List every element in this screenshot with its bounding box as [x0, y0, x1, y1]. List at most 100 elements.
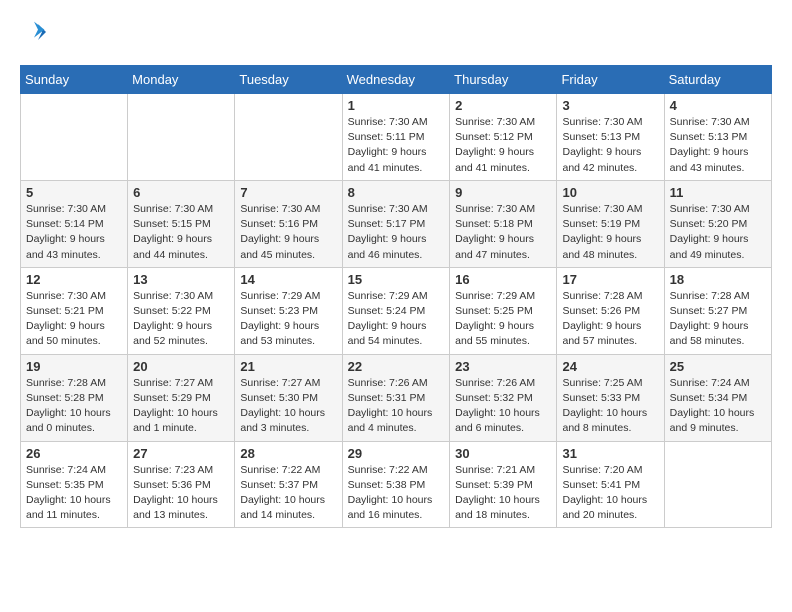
- calendar-day-header: Tuesday: [235, 66, 342, 94]
- calendar-cell: 30 Sunrise: 7:21 AM Sunset: 5:39 PM Dayli…: [450, 441, 557, 528]
- day-info: Sunrise: 7:28 AM Sunset: 5:28 PM Dayligh…: [26, 376, 122, 437]
- calendar-cell: 10 Sunrise: 7:30 AM Sunset: 5:19 PM Dayli…: [557, 180, 664, 267]
- day-number: 25: [670, 359, 766, 374]
- calendar-cell: 28 Sunrise: 7:22 AM Sunset: 5:37 PM Dayli…: [235, 441, 342, 528]
- calendar-day-header: Monday: [128, 66, 235, 94]
- day-info: Sunrise: 7:30 AM Sunset: 5:17 PM Dayligh…: [348, 202, 445, 263]
- day-info: Sunrise: 7:28 AM Sunset: 5:26 PM Dayligh…: [562, 289, 658, 350]
- calendar-cell: [664, 441, 771, 528]
- calendar-cell: 2Sunrise: 7:30 AM Sunset: 5:12 PM Daylig…: [450, 94, 557, 181]
- calendar-week-row: 12 Sunrise: 7:30 AM Sunset: 5:21 PM Dayli…: [21, 267, 772, 354]
- day-info: Sunrise: 7:21 AM Sunset: 5:39 PM Dayligh…: [455, 463, 551, 524]
- calendar-week-row: 19 Sunrise: 7:28 AM Sunset: 5:28 PM Dayli…: [21, 354, 772, 441]
- calendar-cell: 17 Sunrise: 7:28 AM Sunset: 5:26 PM Dayli…: [557, 267, 664, 354]
- calendar-cell: 20Sunrise: 7:27 AM Sunset: 5:29 PM Dayli…: [128, 354, 235, 441]
- calendar-cell: 22 Sunrise: 7:26 AM Sunset: 5:31 PM Dayli…: [342, 354, 450, 441]
- day-number: 11: [670, 185, 766, 200]
- calendar-week-row: 26 Sunrise: 7:24 AM Sunset: 5:35 PM Dayli…: [21, 441, 772, 528]
- calendar-day-header: Sunday: [21, 66, 128, 94]
- calendar-cell: [128, 94, 235, 181]
- day-number: 7: [240, 185, 336, 200]
- day-number: 24: [562, 359, 658, 374]
- day-info: Sunrise: 7:30 AM Sunset: 5:18 PM Dayligh…: [455, 202, 551, 263]
- day-number: 1: [348, 98, 445, 113]
- day-info: Sunrise: 7:22 AM Sunset: 5:37 PM Dayligh…: [240, 463, 336, 524]
- calendar-day-header: Saturday: [664, 66, 771, 94]
- day-number: 15: [348, 272, 445, 287]
- calendar-cell: 12 Sunrise: 7:30 AM Sunset: 5:21 PM Dayli…: [21, 267, 128, 354]
- day-info: Sunrise: 7:30 AM Sunset: 5:13 PM Dayligh…: [670, 115, 766, 176]
- day-number: 10: [562, 185, 658, 200]
- calendar-cell: 23Sunrise: 7:26 AM Sunset: 5:32 PM Dayli…: [450, 354, 557, 441]
- calendar-cell: 25 Sunrise: 7:24 AM Sunset: 5:34 PM Dayli…: [664, 354, 771, 441]
- day-info: Sunrise: 7:30 AM Sunset: 5:20 PM Dayligh…: [670, 202, 766, 263]
- calendar-cell: 13Sunrise: 7:30 AM Sunset: 5:22 PM Dayli…: [128, 267, 235, 354]
- day-number: 22: [348, 359, 445, 374]
- day-number: 27: [133, 446, 229, 461]
- calendar-cell: 16 Sunrise: 7:29 AM Sunset: 5:25 PM Dayli…: [450, 267, 557, 354]
- day-info: Sunrise: 7:29 AM Sunset: 5:23 PM Dayligh…: [240, 289, 336, 350]
- calendar-table: SundayMondayTuesdayWednesdayThursdayFrid…: [20, 65, 772, 528]
- day-info: Sunrise: 7:30 AM Sunset: 5:14 PM Dayligh…: [26, 202, 122, 263]
- day-info: Sunrise: 7:24 AM Sunset: 5:34 PM Dayligh…: [670, 376, 766, 437]
- day-number: 18: [670, 272, 766, 287]
- day-info: Sunrise: 7:26 AM Sunset: 5:31 PM Dayligh…: [348, 376, 445, 437]
- day-number: 28: [240, 446, 336, 461]
- day-info: Sunrise: 7:30 AM Sunset: 5:21 PM Dayligh…: [26, 289, 122, 350]
- calendar-header-row: SundayMondayTuesdayWednesdayThursdayFrid…: [21, 66, 772, 94]
- day-number: 3: [562, 98, 658, 113]
- day-number: 16: [455, 272, 551, 287]
- day-info: Sunrise: 7:23 AM Sunset: 5:36 PM Dayligh…: [133, 463, 229, 524]
- logo: [20, 20, 46, 49]
- calendar-cell: 19 Sunrise: 7:28 AM Sunset: 5:28 PM Dayli…: [21, 354, 128, 441]
- calendar-cell: 15 Sunrise: 7:29 AM Sunset: 5:24 PM Dayli…: [342, 267, 450, 354]
- day-info: Sunrise: 7:25 AM Sunset: 5:33 PM Dayligh…: [562, 376, 658, 437]
- calendar-cell: 29 Sunrise: 7:22 AM Sunset: 5:38 PM Dayli…: [342, 441, 450, 528]
- calendar-cell: 8 Sunrise: 7:30 AM Sunset: 5:17 PM Daylig…: [342, 180, 450, 267]
- day-number: 30: [455, 446, 551, 461]
- calendar-day-header: Wednesday: [342, 66, 450, 94]
- day-number: 4: [670, 98, 766, 113]
- page-header: [20, 20, 772, 49]
- day-number: 29: [348, 446, 445, 461]
- day-number: 9: [455, 185, 551, 200]
- calendar-cell: 3 Sunrise: 7:30 AM Sunset: 5:13 PM Daylig…: [557, 94, 664, 181]
- calendar-cell: 21 Sunrise: 7:27 AM Sunset: 5:30 PM Dayli…: [235, 354, 342, 441]
- day-info: Sunrise: 7:24 AM Sunset: 5:35 PM Dayligh…: [26, 463, 122, 524]
- day-info: Sunrise: 7:29 AM Sunset: 5:24 PM Dayligh…: [348, 289, 445, 350]
- calendar-day-header: Thursday: [450, 66, 557, 94]
- day-number: 21: [240, 359, 336, 374]
- day-number: 26: [26, 446, 122, 461]
- day-number: 14: [240, 272, 336, 287]
- calendar-cell: 27 Sunrise: 7:23 AM Sunset: 5:36 PM Dayli…: [128, 441, 235, 528]
- day-number: 31: [562, 446, 658, 461]
- calendar-cell: [21, 94, 128, 181]
- calendar-cell: 24 Sunrise: 7:25 AM Sunset: 5:33 PM Dayli…: [557, 354, 664, 441]
- day-info: Sunrise: 7:22 AM Sunset: 5:38 PM Dayligh…: [348, 463, 445, 524]
- calendar-cell: 9 Sunrise: 7:30 AM Sunset: 5:18 PM Daylig…: [450, 180, 557, 267]
- day-info: Sunrise: 7:20 AM Sunset: 5:41 PM Dayligh…: [562, 463, 658, 524]
- day-info: Sunrise: 7:30 AM Sunset: 5:22 PM Dayligh…: [133, 289, 229, 350]
- logo-icon: [22, 20, 46, 44]
- day-info: Sunrise: 7:30 AM Sunset: 5:16 PM Dayligh…: [240, 202, 336, 263]
- calendar-week-row: 5 Sunrise: 7:30 AM Sunset: 5:14 PM Daylig…: [21, 180, 772, 267]
- calendar-cell: 4 Sunrise: 7:30 AM Sunset: 5:13 PM Daylig…: [664, 94, 771, 181]
- calendar-cell: 5 Sunrise: 7:30 AM Sunset: 5:14 PM Daylig…: [21, 180, 128, 267]
- day-number: 12: [26, 272, 122, 287]
- day-info: Sunrise: 7:30 AM Sunset: 5:19 PM Dayligh…: [562, 202, 658, 263]
- day-info: Sunrise: 7:26 AM Sunset: 5:32 PM Dayligh…: [455, 376, 551, 437]
- calendar-cell: 7 Sunrise: 7:30 AM Sunset: 5:16 PM Daylig…: [235, 180, 342, 267]
- day-info: Sunrise: 7:27 AM Sunset: 5:30 PM Dayligh…: [240, 376, 336, 437]
- calendar-week-row: 1Sunrise: 7:30 AM Sunset: 5:11 PM Daylig…: [21, 94, 772, 181]
- day-number: 5: [26, 185, 122, 200]
- calendar-cell: 14 Sunrise: 7:29 AM Sunset: 5:23 PM Dayli…: [235, 267, 342, 354]
- day-number: 2: [455, 98, 551, 113]
- day-info: Sunrise: 7:30 AM Sunset: 5:15 PM Dayligh…: [133, 202, 229, 263]
- day-number: 8: [348, 185, 445, 200]
- calendar-cell: 18Sunrise: 7:28 AM Sunset: 5:27 PM Dayli…: [664, 267, 771, 354]
- day-number: 17: [562, 272, 658, 287]
- day-info: Sunrise: 7:29 AM Sunset: 5:25 PM Dayligh…: [455, 289, 551, 350]
- calendar-cell: 26 Sunrise: 7:24 AM Sunset: 5:35 PM Dayli…: [21, 441, 128, 528]
- day-info: Sunrise: 7:30 AM Sunset: 5:13 PM Dayligh…: [562, 115, 658, 176]
- day-number: 19: [26, 359, 122, 374]
